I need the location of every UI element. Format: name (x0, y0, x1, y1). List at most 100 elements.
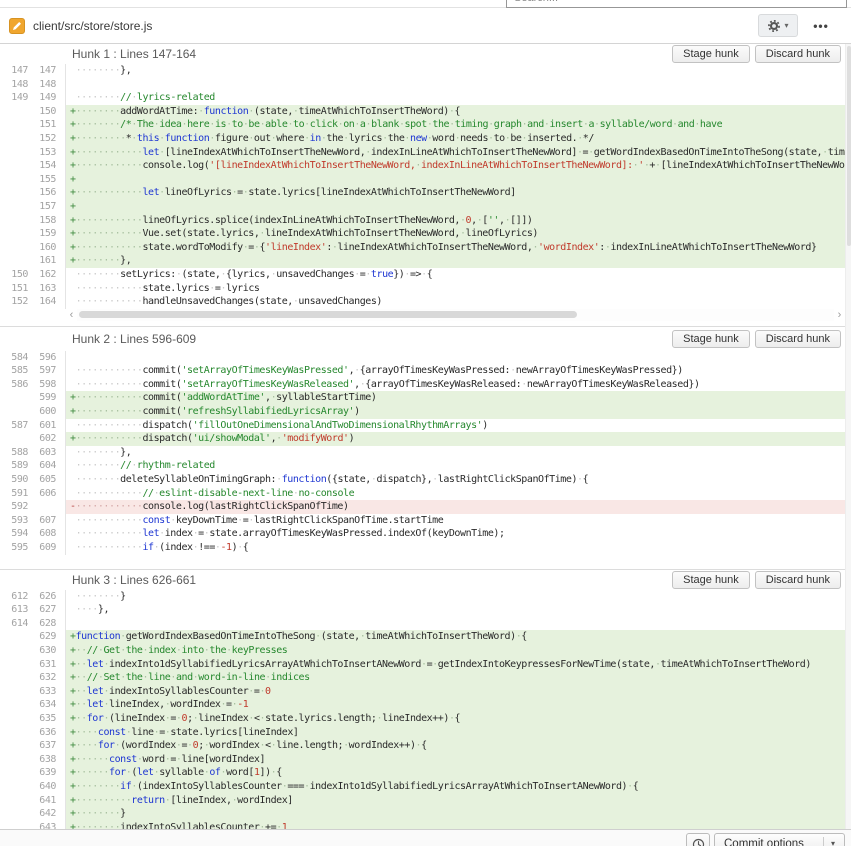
code-line[interactable] (66, 351, 845, 365)
code-line[interactable]: +········if·(indexIntoSyllablesCounter·=… (66, 780, 845, 794)
code-line[interactable]: +············Vue.set(state.lyrics,·lineI… (66, 227, 845, 241)
code-line[interactable]: ············handleUnsavedChanges(state,·… (66, 295, 845, 309)
code-line[interactable]: +············state.wordToModify·=·{'line… (66, 241, 845, 255)
code-line[interactable]: +············lineOfLyrics.splice(indexIn… (66, 214, 845, 228)
file-tab[interactable]: client/src/store/store.js (9, 18, 152, 34)
diff-row: 156+············let·lineOfLyrics·=·state… (0, 186, 845, 200)
stage-hunk-button[interactable]: Stage hunk (672, 330, 750, 348)
discard-hunk-button[interactable]: Discard hunk (755, 45, 841, 63)
old-line-number (0, 432, 30, 446)
old-line-number: 151 (0, 282, 30, 296)
code-line[interactable]: +function·getWordIndexBasedOnTimeIntoThe… (66, 630, 845, 644)
diff-panel: Hunk 1 : Lines 147-164Stage hunkDiscard … (0, 44, 845, 829)
code-line[interactable]: + (66, 200, 845, 214)
code-line[interactable]: ············state.lyrics·=·lyrics (66, 282, 845, 296)
stage-hunk-button[interactable]: Stage hunk (672, 45, 750, 63)
diff-row: 587601 ············dispatch('fillOutOneD… (0, 419, 845, 433)
scroll-right-arrow-icon[interactable]: › (834, 309, 845, 321)
code-line[interactable]: +········/*·The·idea·here·is·to·be·able·… (66, 118, 845, 132)
code-line[interactable]: +········indexIntoSyllablesCounter·+=·1 (66, 821, 845, 829)
whitespace-dot: · (98, 672, 104, 683)
old-line-number: 585 (0, 364, 30, 378)
code-line[interactable]: ············//·eslint-disable-next-line·… (66, 487, 845, 501)
code-line[interactable]: +··//·Get·the·index·into·the·keyPresses (66, 644, 845, 658)
stage-hunk-button[interactable]: Stage hunk (672, 571, 750, 589)
search-input[interactable]: Search... (506, 0, 847, 8)
old-line-number (0, 214, 30, 228)
code-line[interactable]: +······for·(let·syllable·of·word[1])·{ (66, 766, 845, 780)
code-line[interactable]: +····const·line·=·state.lyrics[lineIndex… (66, 726, 845, 740)
code-line[interactable]: ············dispatch('fillOutOneDimensio… (66, 419, 845, 433)
code-line[interactable]: ············const·keyDownTime·=·lastRigh… (66, 514, 845, 528)
code-line[interactable]: +············let·lineOfLyrics·=·state.ly… (66, 186, 845, 200)
file-header-bar: client/src/store/store.js ▾ ••• (0, 8, 851, 44)
code-line[interactable]: +··let·indexIntoSyllablesCounter·=·0 (66, 685, 845, 699)
code-line[interactable]: +············let·[lineIndexAtWhichToInse… (66, 146, 845, 160)
diff-row: 152164 ············handleUnsavedChanges(… (0, 295, 845, 309)
new-line-number: 636 (30, 726, 66, 740)
hunk-section-2: Hunk 2 : Lines 596-609Stage hunkDiscard … (0, 326, 845, 569)
code-line[interactable]: +······const·word·=·line[wordIndex] (66, 753, 845, 767)
code-line[interactable]: ········}, (66, 64, 845, 78)
code-line[interactable]: -············console.log(lastRightClickS… (66, 500, 845, 514)
code-line[interactable]: + (66, 173, 845, 187)
new-line-number: 158 (30, 214, 66, 228)
code-line[interactable]: ········//·lyrics-related (66, 91, 845, 105)
scroll-left-arrow-icon[interactable]: ‹ (66, 309, 77, 321)
code-token: '' (488, 215, 499, 226)
code-line[interactable]: +············commit('addWordAtTime',·syl… (66, 391, 845, 405)
code-line[interactable]: +············dispatch('ui/showModal',·'m… (66, 432, 845, 446)
code-line[interactable]: +············commit('refreshSyllabifiedL… (66, 405, 845, 419)
code-token: ·[lineIndexAtWhichToInsertTheNewWord,·in… (159, 147, 845, 158)
code-line[interactable]: +··let·indexInto1dSyllabifiedLyricsArray… (66, 658, 845, 672)
code-line[interactable]: ········deleteSyllableOnTimingGraph:·fun… (66, 473, 845, 487)
code-line[interactable]: ············let·index·=·state.arrayOfTim… (66, 527, 845, 541)
old-line-number: 613 (0, 603, 30, 617)
code-token: ·(indexIntoSyllablesCounter·===·indexInt… (131, 781, 638, 792)
code-line[interactable]: ········}, (66, 446, 845, 460)
whitespace-dot: · (421, 269, 427, 280)
code-line[interactable]: +··for·(lineIndex·=·0;·lineIndex·<·state… (66, 712, 845, 726)
code-line[interactable]: +··//·Set·the·line·and·word-in-line·indi… (66, 671, 845, 685)
horizontal-scrollbar[interactable]: ‹› (66, 309, 845, 321)
whitespace-dot: · (271, 392, 277, 403)
code-line[interactable]: +··let·lineIndex,·wordIndex·=·-1 (66, 698, 845, 712)
old-line-number (0, 726, 30, 740)
code-token: //·Set·the·line·and·word-in-line·indices (87, 672, 310, 683)
discard-hunk-button[interactable]: Discard hunk (755, 330, 841, 348)
code-line[interactable]: +········addWordAtTime:·function·(state,… (66, 105, 845, 119)
code-line[interactable]: ········//·rhythm-related (66, 459, 845, 473)
code-line[interactable]: ············commit('setArrayOfTimesKeyWa… (66, 378, 845, 392)
whitespace-dot: · (248, 133, 254, 144)
code-line[interactable]: ············commit('setArrayOfTimesKeyWa… (66, 364, 845, 378)
code-line[interactable]: +········}, (66, 254, 845, 268)
code-line[interactable]: +····for·(wordIndex·=·0;·wordIndex·<·lin… (66, 739, 845, 753)
code-line[interactable]: ········} (66, 590, 845, 604)
code-line[interactable]: ············if·(index·!==·-1)·{ (66, 541, 845, 555)
old-line-number: 584 (0, 351, 30, 365)
code-line[interactable]: ····}, (66, 603, 845, 617)
code-line[interactable] (66, 617, 845, 631)
vertical-scrollbar[interactable] (845, 44, 851, 829)
settings-button[interactable]: ▾ (758, 14, 798, 37)
commit-options-button[interactable]: Commit options ▾ (714, 833, 845, 846)
vertical-scrollbar-thumb[interactable] (847, 46, 851, 246)
code-line[interactable]: +············console.log('[lineIndexAtWh… (66, 159, 845, 173)
code-line[interactable]: ········setLyrics:·(state,·{lyrics,·unsa… (66, 268, 845, 282)
more-options-button[interactable]: ••• (803, 14, 839, 37)
whitespace-dot: · (627, 781, 633, 792)
whitespace-dot: · (98, 645, 104, 656)
horizontal-scrollbar-track[interactable] (77, 309, 834, 321)
code-line[interactable]: +·········*·this·function·figure·out·whe… (66, 132, 845, 146)
discard-hunk-button[interactable]: Discard hunk (755, 571, 841, 589)
code-line[interactable]: +··········return·[lineIndex,·wordIndex] (66, 794, 845, 808)
new-line-number: 600 (30, 405, 66, 419)
whitespace-dot: · (248, 713, 254, 724)
indent-whitespace-dots: ········ (76, 781, 121, 792)
diff-row: 155+ (0, 173, 845, 187)
horizontal-scrollbar-thumb[interactable] (79, 311, 577, 318)
code-line[interactable]: +········} (66, 807, 845, 821)
commit-history-button[interactable] (686, 833, 710, 846)
code-token: function (204, 106, 249, 117)
code-line[interactable] (66, 78, 845, 92)
